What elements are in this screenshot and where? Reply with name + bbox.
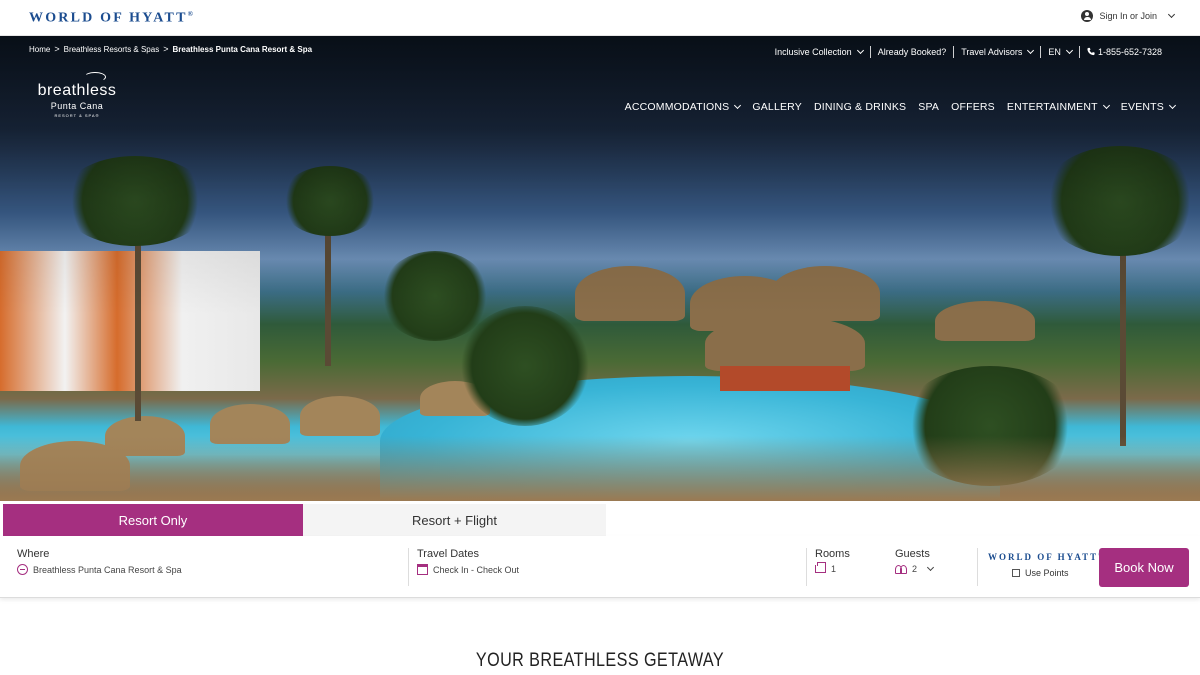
guests-value: 2 <box>912 564 918 574</box>
chevron-down-icon <box>1065 46 1073 55</box>
rooms-field[interactable]: Rooms 1 <box>815 548 850 574</box>
user-icon <box>1081 10 1094 22</box>
divider <box>408 548 409 586</box>
chevron-down-icon <box>856 46 864 55</box>
resort-icon <box>17 564 28 575</box>
phone-icon <box>1087 47 1095 56</box>
nav-gallery[interactable]: GALLERY <box>752 101 802 113</box>
guests-field[interactable]: Guests 2 <box>895 548 935 574</box>
chevron-down-icon <box>1102 101 1110 110</box>
chevron-down-icon <box>1168 101 1177 110</box>
hyatt-topbar: WORLD OF HYATT® Sign In or Join <box>0 0 1200 36</box>
logo-line-3: RESORT & SPA® <box>54 113 100 118</box>
language-selector[interactable]: EN <box>1040 46 1079 58</box>
utility-nav: Inclusive Collection Already Booked? Tra… <box>768 46 1169 58</box>
use-points-option[interactable]: Use Points <box>1012 568 1069 578</box>
hero-image: Home > Breathless Resorts & Spas > Breat… <box>0 36 1200 501</box>
book-now-button[interactable]: Book Now <box>1099 548 1189 587</box>
breadcrumb-brand[interactable]: Breathless Resorts & Spas <box>64 45 160 54</box>
travel-dates-label: Travel Dates <box>417 548 479 560</box>
rooms-label: Rooms <box>815 548 850 560</box>
tab-resort-flight[interactable]: Resort + Flight <box>303 504 606 536</box>
world-of-hyatt-logo[interactable]: WORLD OF HYATT® <box>29 10 195 27</box>
chevron-down-icon <box>734 101 742 110</box>
divider <box>977 548 978 586</box>
guests-icon <box>895 564 907 574</box>
breadcrumb-home[interactable]: Home <box>29 45 50 54</box>
nav-entertainment[interactable]: ENTERTAINMENT <box>1007 101 1110 113</box>
sign-in-button[interactable]: Sign In or Join <box>1081 10 1176 22</box>
tab-resort-only[interactable]: Resort Only <box>3 504 303 542</box>
nav-offers[interactable]: OFFERS <box>951 101 995 113</box>
divider <box>806 548 807 586</box>
guests-label: Guests <box>895 548 930 560</box>
breadcrumb-separator: > <box>54 44 60 54</box>
use-points-label: Use Points <box>1025 568 1069 578</box>
already-booked-link[interactable]: Already Booked? <box>869 46 954 58</box>
use-points-checkbox[interactable] <box>1012 569 1020 577</box>
section-title: YOUR BREATHLESS GETAWAY <box>475 650 725 671</box>
breathless-logo[interactable]: breathless Punta Cana RESORT & SPA® <box>24 72 130 118</box>
inclusive-collection-menu[interactable]: Inclusive Collection <box>768 46 870 58</box>
where-field[interactable]: Where Breathless Punta Cana Resort & Spa <box>17 548 182 575</box>
nav-dining-drinks[interactable]: DINING & DRINKS <box>814 101 906 113</box>
breadcrumb: Home > Breathless Resorts & Spas > Breat… <box>29 44 312 54</box>
sign-in-label: Sign In or Join <box>1099 11 1157 21</box>
travel-advisors-menu[interactable]: Travel Advisors <box>953 46 1040 58</box>
nav-spa[interactable]: SPA <box>918 101 939 113</box>
chevron-down-icon <box>926 563 935 571</box>
logo-swirl-icon <box>84 72 106 82</box>
bed-icon <box>815 562 826 573</box>
world-of-hyatt-small-logo: WORLD OF HYATT® <box>988 552 1102 562</box>
breadcrumb-current: Breathless Punta Cana Resort & Spa <box>172 44 313 54</box>
phone-link[interactable]: 1-855-652-7328 <box>1078 46 1169 58</box>
booking-bar: Where Breathless Punta Cana Resort & Spa… <box>0 536 1200 598</box>
main-nav: ACCOMMODATIONS GALLERY DINING & DRINKS S… <box>625 101 1177 113</box>
where-label: Where <box>17 548 50 560</box>
chevron-down-icon <box>1167 10 1176 18</box>
booking-tabs: Resort Only Resort + Flight <box>3 504 606 542</box>
where-value: Breathless Punta Cana Resort & Spa <box>33 564 182 575</box>
nav-accommodations[interactable]: ACCOMMODATIONS <box>625 101 742 113</box>
chevron-down-icon <box>1027 46 1035 55</box>
breadcrumb-separator: > <box>163 44 169 54</box>
travel-dates-field[interactable]: Travel Dates Check In - Check Out <box>417 548 519 575</box>
calendar-icon <box>417 564 428 575</box>
logo-line-1: breathless <box>37 82 117 99</box>
nav-events[interactable]: EVENTS <box>1121 101 1177 113</box>
rooms-value: 1 <box>831 564 837 574</box>
logo-line-2: Punta Cana <box>50 101 104 111</box>
travel-dates-value: Check In - Check Out <box>433 564 520 575</box>
